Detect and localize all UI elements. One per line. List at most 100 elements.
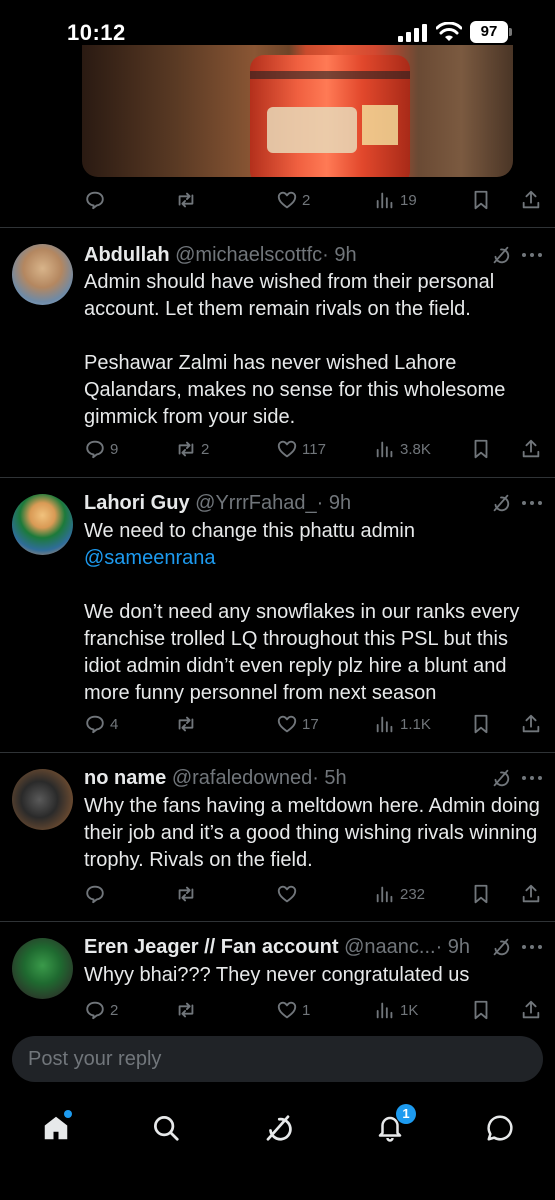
- repost-icon: [178, 716, 194, 732]
- display-name[interactable]: Eren Jeager // Fan account: [84, 936, 339, 958]
- wifi-icon: [436, 22, 462, 41]
- status-time: 10:12: [67, 20, 126, 45]
- notifications-badge: 1: [396, 1104, 416, 1124]
- tweet-header: Lahori Guy @YrrrFahad_· 9h: [84, 490, 351, 516]
- reply-icon: [86, 885, 104, 904]
- search-icon: [154, 1116, 179, 1141]
- post-actions: 2 19: [0, 186, 555, 214]
- share-button[interactable]: [520, 435, 542, 463]
- username[interactable]: @naanc...: [344, 936, 435, 958]
- reply-button[interactable]: 9: [84, 435, 118, 463]
- avatar[interactable]: [12, 938, 73, 999]
- tweet-header: Eren Jeager // Fan account @naanc...· 9h: [84, 934, 470, 960]
- tweet-actions: 4 17 1.1K: [0, 710, 555, 738]
- share-button[interactable]: [520, 880, 542, 908]
- username[interactable]: @YrrrFahad_: [195, 492, 316, 514]
- heart-icon: [277, 715, 297, 733]
- like-button[interactable]: [276, 880, 302, 908]
- grok-icon[interactable]: [490, 936, 512, 958]
- views-icon: [376, 441, 393, 458]
- grok-icon: [266, 1115, 292, 1141]
- tweet-text: We need to change this phattu admin @sam…: [84, 518, 544, 707]
- repost-icon: [178, 441, 194, 457]
- timestamp: · 5h: [312, 767, 347, 789]
- share-icon: [522, 884, 540, 903]
- more-options-icon[interactable]: [522, 945, 544, 951]
- reply-icon: [86, 1001, 104, 1020]
- bookmark-button[interactable]: [470, 996, 492, 1024]
- nav-messages[interactable]: [480, 1108, 520, 1148]
- share-icon: [522, 1000, 540, 1019]
- grok-icon[interactable]: [490, 767, 512, 789]
- views-icon: [376, 1002, 393, 1019]
- like-button[interactable]: 2: [276, 186, 310, 214]
- share-button[interactable]: [520, 710, 542, 738]
- views-count: 232: [400, 885, 426, 903]
- repost-button[interactable]: [175, 186, 201, 214]
- cellular-signal-icon: [398, 24, 427, 42]
- display-name[interactable]: Abdullah: [84, 244, 170, 266]
- bookmark-button[interactable]: [470, 435, 492, 463]
- like-button[interactable]: 1: [276, 996, 310, 1024]
- avatar[interactable]: [12, 769, 73, 830]
- more-options-icon[interactable]: [522, 253, 544, 259]
- more-options-icon[interactable]: [522, 501, 544, 507]
- username[interactable]: @michaelscottfc: [175, 244, 322, 266]
- display-name[interactable]: Lahori Guy: [84, 492, 190, 514]
- bookmark-button[interactable]: [470, 186, 492, 214]
- nav-grok[interactable]: [258, 1108, 298, 1148]
- views-button[interactable]: 1K: [374, 996, 418, 1024]
- display-name[interactable]: no name: [84, 767, 166, 789]
- reply-button[interactable]: 2: [84, 996, 118, 1024]
- tweet-header: no name @rafaledowned· 5h: [84, 765, 347, 791]
- grok-icon[interactable]: [490, 492, 512, 514]
- tweet-actions: 232: [0, 880, 555, 908]
- heart-icon: [277, 885, 297, 903]
- battery-level: 97: [470, 21, 508, 43]
- like-button[interactable]: 17: [276, 710, 319, 738]
- nav-search[interactable]: [146, 1108, 186, 1148]
- nav-notifications[interactable]: 1: [370, 1104, 416, 1148]
- share-button[interactable]: [520, 996, 542, 1024]
- timestamp: · 9h: [322, 244, 357, 266]
- nav-home[interactable]: [36, 1108, 76, 1148]
- tweet-actions: 9 2 117 3.8K: [0, 435, 555, 463]
- share-icon: [522, 190, 540, 209]
- tweet-paragraph: Why the fans having a meltdown here. Adm…: [84, 795, 540, 871]
- share-button[interactable]: [520, 186, 542, 214]
- reply-tweet[interactable]: Lahori Guy @YrrrFahad_· 9h We need to ch…: [0, 478, 555, 753]
- views-button[interactable]: 1.1K: [374, 710, 431, 738]
- bookmark-button[interactable]: [470, 710, 492, 738]
- reply-tweet[interactable]: Abdullah @michaelscottfc· 9h Admin shoul…: [0, 228, 555, 478]
- like-count: 2: [302, 191, 311, 209]
- reply-composer[interactable]: [12, 1036, 543, 1082]
- tweet-text: Why the fans having a meltdown here. Adm…: [84, 793, 544, 874]
- repost-icon: [178, 886, 194, 902]
- views-button[interactable]: 232: [374, 880, 425, 908]
- views-button[interactable]: 19: [374, 186, 417, 214]
- mention-link[interactable]: @sameenrana: [84, 547, 215, 569]
- bookmark-icon: [474, 439, 488, 459]
- reply-button[interactable]: [84, 186, 110, 214]
- avatar[interactable]: [12, 244, 73, 305]
- reply-button[interactable]: [84, 880, 110, 908]
- reply-tweet[interactable]: Eren Jeager // Fan account @naanc...· 9h…: [0, 922, 555, 1026]
- username[interactable]: @rafaledowned: [172, 767, 312, 789]
- reply-input[interactable]: [28, 1036, 518, 1082]
- views-button[interactable]: 3.8K: [374, 435, 431, 463]
- bookmark-button[interactable]: [470, 880, 492, 908]
- repost-button[interactable]: 2: [175, 435, 209, 463]
- like-button[interactable]: 117: [276, 435, 326, 463]
- avatar[interactable]: [12, 494, 73, 555]
- tweet-header: Abdullah @michaelscottfc· 9h: [84, 242, 357, 268]
- repost-button[interactable]: [175, 710, 201, 738]
- more-options-icon[interactable]: [522, 776, 544, 782]
- reply-tweet[interactable]: no name @rafaledowned· 5h Why the fans h…: [0, 753, 555, 922]
- repost-button[interactable]: [175, 880, 201, 908]
- messages-icon: [487, 1115, 513, 1141]
- grok-icon[interactable]: [490, 244, 512, 266]
- repost-button[interactable]: [175, 996, 201, 1024]
- reply-button[interactable]: 4: [84, 710, 118, 738]
- tweet-paragraph: We don’t need any snowflakes in our rank…: [84, 601, 520, 704]
- reply-icon: [86, 191, 104, 210]
